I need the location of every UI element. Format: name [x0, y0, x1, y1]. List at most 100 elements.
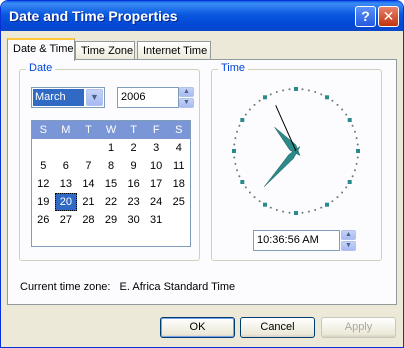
minute-marker [351, 175, 354, 178]
calendar-week-row: 19 20 21 22 23 24 25 [32, 193, 190, 211]
calendar-empty-cell [167, 211, 190, 229]
calendar-weekday-header: S M T W T F S [32, 121, 190, 139]
minute-marker [275, 209, 278, 211]
minute-marker [356, 156, 359, 159]
calendar-day[interactable]: 1 [100, 139, 123, 157]
calendar-day[interactable]: 11 [167, 157, 190, 175]
minute-marker [336, 103, 339, 106]
calendar-day[interactable]: 5 [32, 157, 55, 175]
calendar-day[interactable]: 20 [54, 193, 78, 211]
calendar-day[interactable]: 24 [145, 193, 168, 211]
cancel-button[interactable]: Cancel [240, 317, 315, 338]
weekday-label: T [130, 124, 137, 136]
calendar-day[interactable]: 27 [55, 211, 78, 229]
calendar-week-row: 1234 [32, 139, 190, 157]
minute-marker [307, 210, 310, 213]
calendar-day[interactable]: 9 [122, 157, 145, 175]
spin-up-icon[interactable]: ▲ [179, 87, 194, 97]
hour-marker [294, 87, 298, 91]
minute-marker [345, 113, 348, 116]
calendar-day[interactable]: 30 [122, 211, 145, 229]
hour-marker [325, 95, 329, 100]
calendar-day[interactable]: 7 [77, 157, 100, 175]
year-field[interactable]: 2006 [117, 87, 179, 108]
minute-marker [336, 196, 339, 199]
minute-marker [355, 137, 358, 140]
minute-marker [244, 186, 247, 189]
minute-marker [238, 124, 241, 127]
tab-time-zone[interactable]: Time Zone [75, 41, 135, 60]
calendar-day[interactable]: 28 [77, 211, 100, 229]
dialog-window: Date and Time Properties ? ✕ Date & Time… [0, 0, 404, 348]
calendar-day[interactable]: 18 [167, 175, 190, 193]
tab-internet-time[interactable]: Internet Time [137, 41, 211, 60]
minute-marker [236, 130, 238, 133]
minute-marker [234, 137, 237, 140]
minute-marker [341, 191, 344, 194]
hour-marker [240, 180, 245, 184]
minute-marker [331, 200, 334, 203]
time-field[interactable]: 10:36:56 AM [253, 230, 340, 251]
minute-marker [320, 206, 323, 209]
weekday-label: F [152, 124, 160, 136]
minute-marker [238, 175, 241, 178]
hour-marker [356, 149, 360, 153]
hour-marker [294, 211, 298, 215]
minute-marker [301, 88, 304, 91]
time-spinner[interactable]: ▲ ▼ [341, 230, 356, 251]
calendar-day[interactable]: 22 [100, 193, 123, 211]
calendar-day[interactable]: 17 [145, 175, 168, 193]
calendar-day[interactable]: 16 [122, 175, 145, 193]
weekday-label: W [105, 124, 117, 136]
month-dropdown[interactable]: March ▼ [31, 87, 105, 108]
apply-button[interactable]: Apply [321, 317, 396, 338]
minute-marker [269, 93, 272, 96]
close-button[interactable]: ✕ [378, 6, 399, 27]
help-button[interactable]: ? [355, 6, 376, 27]
minute-marker [269, 206, 272, 209]
calendar-day[interactable]: 12 [32, 175, 55, 193]
spin-up-icon[interactable]: ▲ [341, 230, 356, 240]
timezone-name: E. Africa Standard Time [119, 281, 236, 293]
year-spinner[interactable]: ▲ ▼ [179, 87, 194, 108]
calendar-day[interactable]: 8 [100, 157, 123, 175]
calendar-day[interactable]: 6 [55, 157, 78, 175]
hour-marker [232, 149, 236, 153]
tab-date-time[interactable]: Date & Time [7, 38, 75, 61]
spin-down-icon[interactable]: ▼ [341, 241, 356, 251]
calendar-day[interactable]: 3 [145, 139, 168, 157]
calendar-empty-cell [77, 139, 100, 157]
hour-marker [263, 95, 267, 100]
spin-down-icon[interactable]: ▼ [179, 98, 194, 108]
minute-marker [258, 99, 261, 102]
calendar-day[interactable]: 29 [100, 211, 123, 229]
minute-marker [233, 143, 236, 146]
analog-clock [232, 87, 360, 215]
ok-button[interactable]: OK [160, 317, 235, 338]
calendar-day[interactable]: 13 [55, 175, 78, 193]
weekday-label: M [61, 124, 71, 136]
calendar-day[interactable]: 26 [32, 211, 55, 229]
hour-marker [347, 180, 352, 184]
calendar-day[interactable]: 19 [32, 193, 55, 211]
window-title: Date and Time Properties [9, 8, 178, 24]
calendar-day[interactable]: 10 [145, 157, 168, 175]
calendar-day[interactable]: 2 [122, 139, 145, 157]
calendar-day[interactable]: 23 [122, 193, 145, 211]
calendar-day[interactable]: 25 [167, 193, 190, 211]
calendar-day[interactable]: 14 [77, 175, 100, 193]
minute-marker [248, 191, 251, 194]
minute-marker [236, 169, 238, 172]
minute-marker [288, 88, 291, 91]
calendar-day[interactable]: 31 [145, 211, 168, 229]
minute-marker [351, 124, 354, 127]
minute-marker [253, 103, 256, 106]
calendar-day[interactable]: 15 [100, 175, 123, 193]
calendar-grid[interactable]: S M T W T F S 1 2 3 4 5 6 7 8 9 10 11 12 13 14 15 16 17 1… [31, 120, 191, 247]
title-bar[interactable]: Date and Time Properties ? ✕ [1, 1, 403, 31]
calendar-day[interactable]: 4 [167, 139, 190, 157]
calendar-day[interactable]: 21 [77, 193, 100, 211]
minute-marker [253, 196, 256, 199]
minute-marker [314, 91, 317, 93]
chevron-down-icon[interactable]: ▼ [86, 89, 103, 106]
